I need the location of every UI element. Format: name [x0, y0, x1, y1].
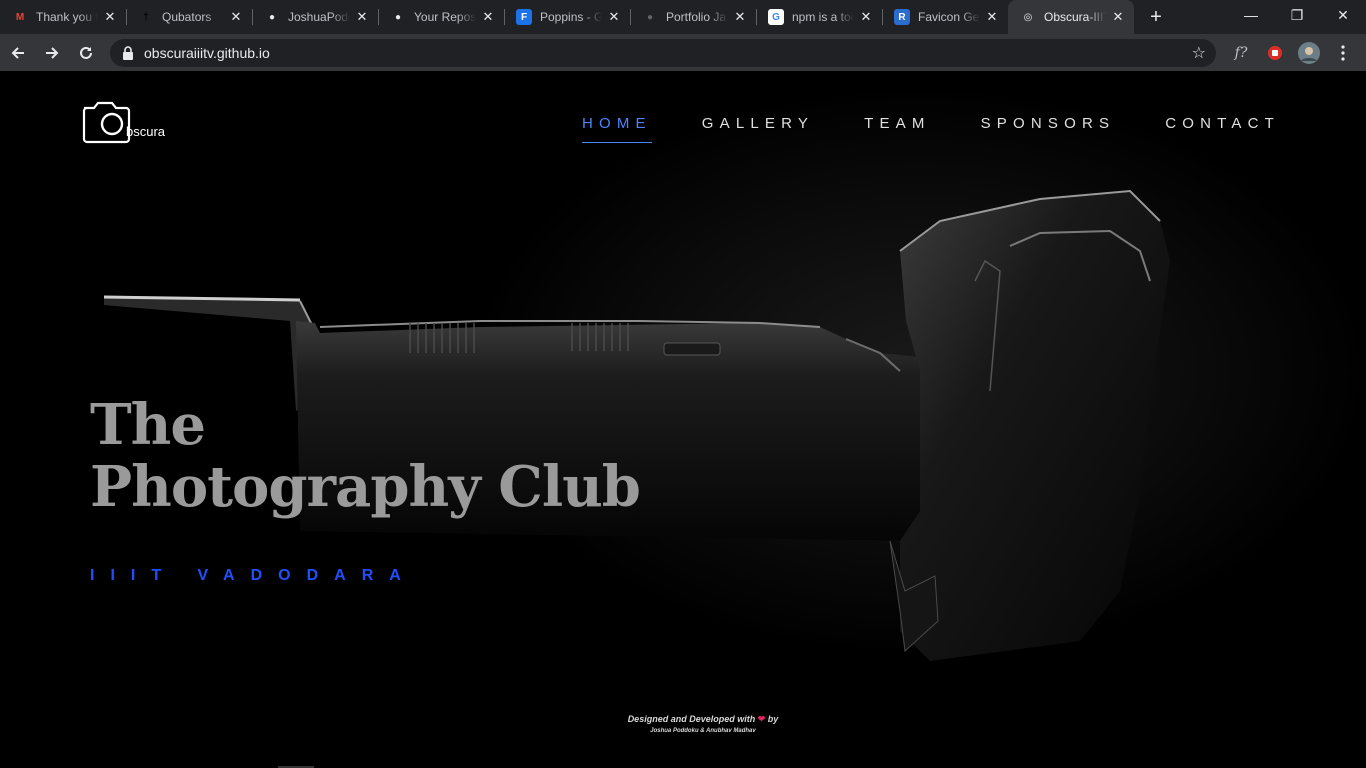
- credits-authors: Joshua Poddoku & Anubhav Madhav: [650, 728, 756, 734]
- browser-tab[interactable]: R Favicon Ger ✕: [882, 0, 1008, 34]
- tab-close-icon[interactable]: ✕: [1110, 9, 1126, 25]
- nav-link-home[interactable]: HOME: [581, 115, 652, 143]
- browser-tabstrip: M Thank you f ✕ † Qubators ✕ ● JoshuaPodd ✕ ● Your…: [0, 0, 1366, 34]
- realfavicon-icon: R: [894, 9, 910, 25]
- browser-tab[interactable]: F Poppins - G ✕: [504, 0, 630, 34]
- globe-icon: ●: [646, 11, 654, 23]
- bookmark-star-icon[interactable]: ☆: [1192, 43, 1206, 63]
- heart-icon: ❤: [757, 714, 766, 724]
- tab-close-icon[interactable]: ✕: [228, 9, 244, 25]
- tab-title: Your Reposi: [414, 10, 476, 24]
- camera-logo-icon: [82, 101, 131, 144]
- main-nav: HOME GALLERY TEAM SPONSORS CONTACT: [532, 115, 1280, 143]
- url-text: obscuraiiitv.github.io: [144, 44, 270, 61]
- tab-title: npm is a too: [792, 10, 854, 24]
- browser-tab[interactable]: M Thank you f ✕: [0, 0, 126, 34]
- profile-avatar[interactable]: [1292, 37, 1326, 69]
- tab-close-icon[interactable]: ✕: [102, 9, 118, 25]
- tab-title: Thank you f: [36, 10, 98, 24]
- tab-close-icon[interactable]: ✕: [606, 9, 622, 25]
- credits-footer: Designed and Developed with ❤ by Joshua …: [0, 714, 1366, 734]
- nav-link-sponsors[interactable]: SPONSORS: [981, 115, 1116, 143]
- tab-close-icon[interactable]: ✕: [984, 9, 1000, 25]
- reload-button[interactable]: [70, 37, 102, 69]
- forward-button[interactable]: [36, 37, 68, 69]
- window-controls: — ❐ ✕: [1228, 0, 1366, 30]
- tab-close-icon[interactable]: ✕: [480, 9, 496, 25]
- arrow-right-icon: [46, 46, 59, 59]
- google-icon: G: [768, 9, 784, 25]
- tab-title: Poppins - G: [540, 10, 602, 24]
- tab-close-icon[interactable]: ✕: [354, 9, 370, 25]
- nav-link-team[interactable]: TEAM: [864, 115, 930, 143]
- browser-menu-icon[interactable]: [1326, 37, 1360, 69]
- tab-title: JoshuaPodd: [288, 10, 350, 24]
- logo-wordmark: bscura: [126, 124, 166, 139]
- browser-tab[interactable]: † Qubators ✕: [126, 0, 252, 34]
- github-icon: ●: [268, 11, 276, 23]
- tab-title: Portfolio Ja: [666, 10, 727, 24]
- hero-subtitle: IIIT VADODARA: [90, 567, 417, 584]
- browser-tab[interactable]: ● JoshuaPodd ✕: [252, 0, 378, 34]
- hero-title: The Photography Club: [90, 392, 641, 520]
- browser-tab[interactable]: ◎ Obscura-IIIT ✕: [1008, 0, 1134, 34]
- credits-prefix: Designed and Developed with: [627, 714, 756, 724]
- page-viewport: bscura HOME GALLERY TEAM SPONSORS CONTACT Th…: [0, 71, 1366, 768]
- google-fonts-icon: F: [516, 9, 532, 25]
- tab-title: Obscura-IIIT: [1044, 10, 1106, 24]
- adblock-extension-icon[interactable]: [1258, 37, 1292, 69]
- browser-toolbar: obscuraiiitv.github.io ☆ f?: [0, 34, 1366, 71]
- qubators-icon: †: [143, 11, 149, 23]
- browser-tab[interactable]: Gnpm is a too ✕: [756, 0, 882, 34]
- close-window-button[interactable]: ✕: [1320, 0, 1366, 30]
- nav-link-contact[interactable]: CONTACT: [1165, 115, 1280, 143]
- github-icon: ●: [394, 11, 402, 23]
- gmail-icon: M: [15, 11, 25, 23]
- minimize-button[interactable]: —: [1228, 0, 1274, 30]
- restore-button[interactable]: ❐: [1274, 0, 1320, 30]
- tab-title: Qubators: [162, 10, 212, 24]
- obscura-icon: ◎: [1023, 11, 1033, 23]
- back-button[interactable]: [2, 37, 34, 69]
- new-tab-button[interactable]: +: [1140, 0, 1172, 34]
- font-extension-icon[interactable]: f?: [1224, 37, 1258, 69]
- browser-tab[interactable]: ● Portfolio Ja ✕: [630, 0, 756, 34]
- nav-link-gallery[interactable]: GALLERY: [702, 115, 814, 143]
- reload-icon: [80, 46, 92, 59]
- tab-list: M Thank you f ✕ † Qubators ✕ ● JoshuaPodd ✕ ● Your…: [0, 0, 1134, 34]
- tab-close-icon[interactable]: ✕: [858, 9, 874, 25]
- credits-suffix: by: [767, 714, 779, 724]
- browser-tab[interactable]: ● Your Reposi ✕: [378, 0, 504, 34]
- arrow-left-icon: [11, 46, 24, 59]
- hero-title-line1: The: [90, 392, 206, 458]
- tab-close-icon[interactable]: ✕: [732, 9, 748, 25]
- lock-icon[interactable]: [120, 45, 136, 61]
- tab-title: Favicon Ger: [918, 10, 980, 24]
- hero-title-line2: Photography Club: [90, 454, 641, 520]
- address-bar[interactable]: obscuraiiitv.github.io ☆: [110, 38, 1216, 67]
- obscura-logo[interactable]: bscura: [82, 100, 172, 146]
